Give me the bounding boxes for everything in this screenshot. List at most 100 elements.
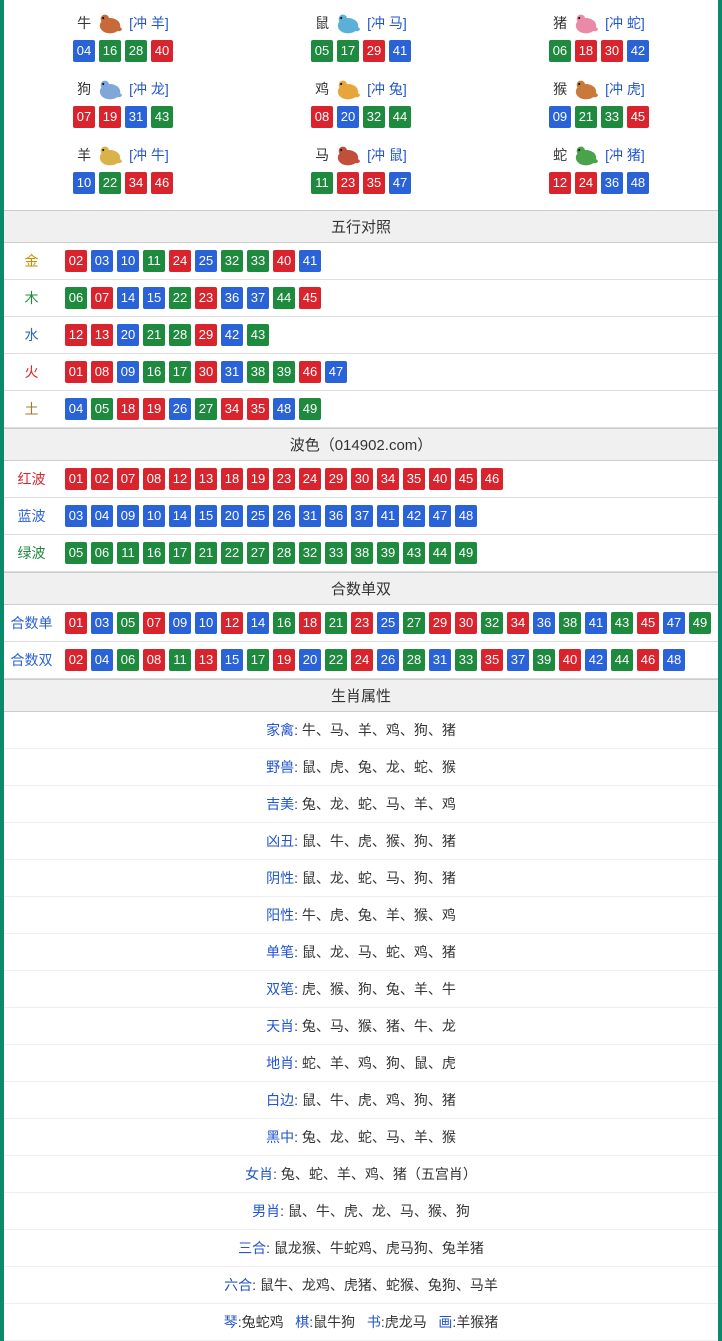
- footer-key: 画: [438, 1314, 452, 1330]
- number-ball: 25: [247, 505, 269, 527]
- attr-row: 家禽: 牛、马、羊、鸡、狗、猪: [4, 712, 718, 749]
- number-ball: 22: [169, 287, 191, 309]
- number-ball: 42: [585, 649, 607, 671]
- number-ball: 38: [559, 612, 581, 634]
- number-ball: 37: [507, 649, 529, 671]
- number-ball: 22: [325, 649, 347, 671]
- zodiac-icon: [569, 78, 603, 100]
- number-ball: 10: [117, 250, 139, 272]
- row-balls: 0103050709101214161821232527293032343638…: [59, 605, 718, 642]
- number-ball: 10: [143, 505, 165, 527]
- zodiac-icon: [331, 144, 365, 166]
- zodiac-icon: [93, 144, 127, 166]
- attr-val: : 蛇、羊、鸡、狗、鼠、虎: [294, 1055, 456, 1071]
- number-ball: 10: [73, 172, 95, 194]
- number-ball: 23: [195, 287, 217, 309]
- zodiac-balls: 05172941: [242, 40, 480, 62]
- number-ball: 26: [169, 398, 191, 420]
- footer-val: :虎龙马: [381, 1314, 427, 1330]
- number-ball: 40: [151, 40, 173, 62]
- number-ball: 18: [117, 398, 139, 420]
- number-ball: 48: [455, 505, 477, 527]
- heshu-table: 合数单 010305070910121416182123252729303234…: [4, 605, 718, 679]
- number-ball: 36: [221, 287, 243, 309]
- number-ball: 26: [273, 505, 295, 527]
- number-ball: 11: [311, 172, 333, 194]
- number-ball: 46: [481, 468, 503, 490]
- footer-val: :兔蛇鸡: [238, 1314, 284, 1330]
- section-title-shuxing: 生肖属性: [4, 679, 718, 712]
- attr-key: 吉美: [266, 796, 294, 812]
- row-label: 蓝波: [4, 498, 59, 535]
- number-ball: 31: [429, 649, 451, 671]
- number-ball: 33: [455, 649, 477, 671]
- number-ball: 33: [325, 542, 347, 564]
- number-ball: 29: [363, 40, 385, 62]
- zodiac-name: 羊: [77, 145, 91, 165]
- number-ball: 24: [575, 172, 597, 194]
- number-ball: 07: [117, 468, 139, 490]
- number-ball: 19: [99, 106, 121, 128]
- number-ball: 31: [299, 505, 321, 527]
- row-label: 水: [4, 317, 59, 354]
- number-ball: 40: [429, 468, 451, 490]
- number-ball: 13: [91, 324, 113, 346]
- number-ball: 41: [299, 250, 321, 272]
- number-ball: 43: [403, 542, 425, 564]
- number-ball: 22: [221, 542, 243, 564]
- number-ball: 04: [91, 649, 113, 671]
- number-ball: 12: [221, 612, 243, 634]
- number-ball: 36: [533, 612, 555, 634]
- number-ball: 17: [337, 40, 359, 62]
- number-ball: 19: [273, 649, 295, 671]
- footer-val: :鼠牛狗: [309, 1314, 355, 1330]
- number-ball: 46: [299, 361, 321, 383]
- number-ball: 28: [125, 40, 147, 62]
- zodiac-conflict: [冲 牛]: [129, 145, 169, 165]
- footer-key: 琴: [224, 1314, 238, 1330]
- number-ball: 23: [273, 468, 295, 490]
- row-label: 合数单: [4, 605, 59, 642]
- number-ball: 33: [601, 106, 623, 128]
- number-ball: 11: [143, 250, 165, 272]
- attr-key: 双笔: [266, 981, 294, 997]
- number-ball: 02: [65, 649, 87, 671]
- attr-row: 天肖: 兔、马、猴、猪、牛、龙: [4, 1008, 718, 1045]
- attr-row: 双笔: 虎、猴、狗、兔、羊、牛: [4, 971, 718, 1008]
- row-label: 木: [4, 280, 59, 317]
- number-ball: 09: [117, 361, 139, 383]
- attr-val: : 兔、蛇、羊、鸡、猪（五宫肖）: [273, 1166, 477, 1182]
- number-ball: 15: [221, 649, 243, 671]
- attr-row: 单笔: 鼠、龙、马、蛇、鸡、猪: [4, 934, 718, 971]
- number-ball: 27: [195, 398, 217, 420]
- attr-val: : 虎、猴、狗、兔、羊、牛: [294, 981, 456, 997]
- attr-row: 黑中: 兔、龙、蛇、马、羊、猴: [4, 1119, 718, 1156]
- number-ball: 20: [337, 106, 359, 128]
- number-ball: 39: [533, 649, 555, 671]
- attr-key: 女肖: [245, 1166, 273, 1182]
- number-ball: 17: [169, 361, 191, 383]
- attr-row: 阳性: 牛、虎、兔、羊、猴、鸡: [4, 897, 718, 934]
- number-ball: 09: [117, 505, 139, 527]
- attr-key: 家禽: [266, 722, 294, 738]
- number-ball: 14: [117, 287, 139, 309]
- number-ball: 35: [481, 649, 503, 671]
- attr-row: 白边: 鼠、牛、虎、鸡、狗、猪: [4, 1082, 718, 1119]
- number-ball: 03: [65, 505, 87, 527]
- attr-key: 天肖: [266, 1018, 294, 1034]
- number-ball: 18: [299, 612, 321, 634]
- number-ball: 32: [481, 612, 503, 634]
- section-title-wuxing: 五行对照: [4, 210, 718, 243]
- number-ball: 42: [403, 505, 425, 527]
- number-ball: 45: [299, 287, 321, 309]
- number-ball: 04: [73, 40, 95, 62]
- number-ball: 12: [549, 172, 571, 194]
- number-ball: 43: [611, 612, 633, 634]
- number-ball: 37: [351, 505, 373, 527]
- row-label: 绿波: [4, 535, 59, 572]
- number-ball: 18: [221, 468, 243, 490]
- zodiac-grid: 牛 [冲 羊] 04162840 鼠 [冲 马] 05172941 猪 [冲 蛇…: [4, 0, 718, 210]
- number-ball: 01: [65, 468, 87, 490]
- row-balls: 04051819262734354849: [59, 391, 718, 428]
- attr-val: : 兔、龙、蛇、马、羊、鸡: [294, 796, 456, 812]
